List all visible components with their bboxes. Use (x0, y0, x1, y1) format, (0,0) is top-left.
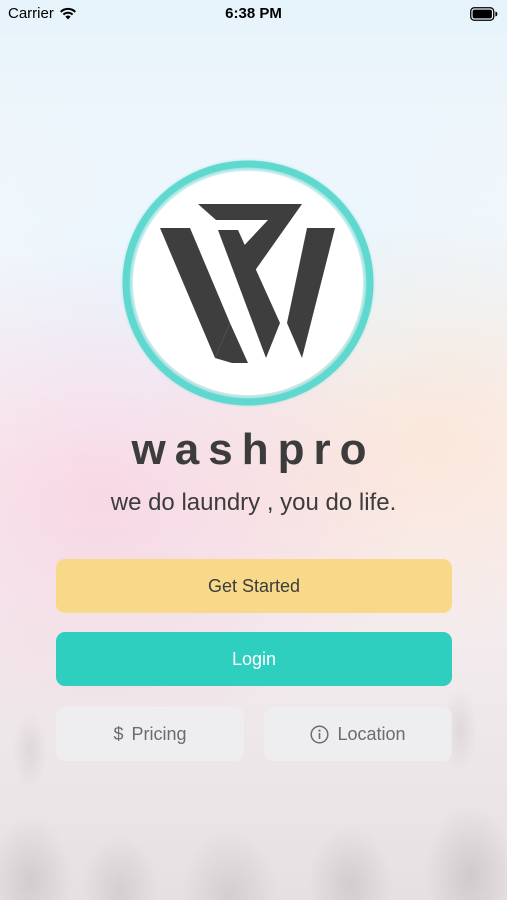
dollar-icon: $ (113, 723, 124, 744)
status-bar: Carrier 6:38 PM (0, 0, 507, 28)
location-button[interactable]: Location (264, 707, 452, 761)
login-button[interactable]: Login (56, 632, 452, 686)
battery-icon (470, 7, 498, 25)
login-label: Login (231, 648, 277, 669)
location-label: Location (337, 723, 406, 744)
pricing-button[interactable]: $ Pricing (56, 707, 244, 761)
info-icon (310, 724, 330, 744)
pricing-label: Pricing (131, 723, 187, 744)
washpro-logo (120, 158, 376, 408)
get-started-button[interactable]: Get Started (56, 559, 452, 613)
brand-name: washpro (131, 425, 376, 474)
status-time: 6:38 PM (225, 5, 282, 22)
background-crowd-image (0, 670, 507, 900)
tagline: we do laundry , you do life. (110, 489, 397, 516)
get-started-label: Get Started (207, 575, 301, 596)
